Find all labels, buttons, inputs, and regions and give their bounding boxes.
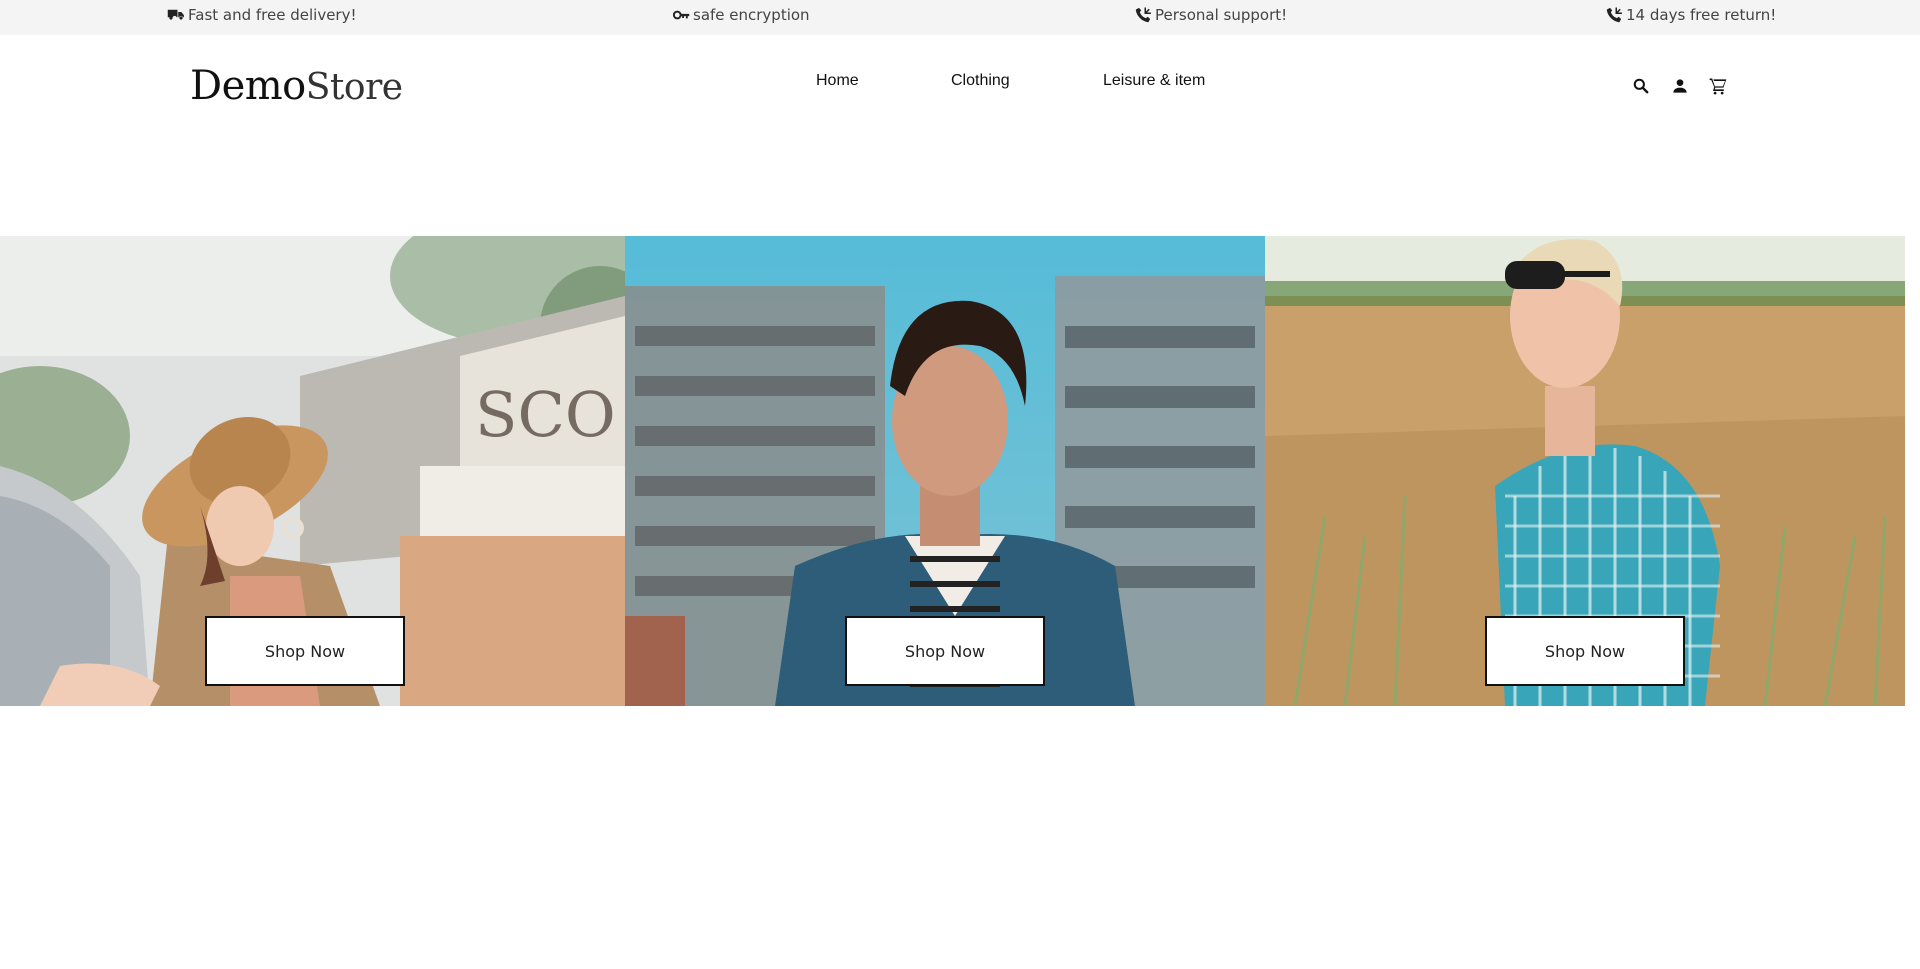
logo-part-demo: Demo [190, 63, 306, 109]
hero-panel-kids[interactable]: Shop Now [1265, 236, 1905, 706]
usp-delivery: Fast and free delivery! [167, 0, 357, 30]
phone-icon [1134, 6, 1152, 24]
store-logo[interactable]: DemoStore [190, 58, 403, 116]
truck-icon [167, 6, 185, 24]
top-info-bar: Fast and free delivery! safe encryption … [0, 0, 1920, 35]
nav-clothing[interactable]: Clothing [951, 72, 1010, 90]
search-icon[interactable] [1630, 75, 1652, 97]
usp-return: 14 days free return! [1605, 0, 1776, 30]
usp-encryption: safe encryption [672, 0, 810, 30]
shop-now-button[interactable]: Shop Now [205, 616, 405, 686]
nav-leisure-item[interactable]: Leisure & item [1103, 72, 1205, 90]
usp-label: safe encryption [693, 6, 810, 24]
svg-text:SCO: SCO [475, 378, 616, 451]
cart-icon[interactable] [1707, 75, 1729, 97]
nav-home[interactable]: Home [816, 72, 859, 90]
hero-panel-men[interactable]: Shop Now [625, 236, 1265, 706]
phone-icon [1605, 6, 1623, 24]
shop-now-button[interactable]: Shop Now [1485, 616, 1685, 686]
key-icon [672, 6, 690, 24]
usp-label: Personal support! [1155, 6, 1288, 24]
usp-support: Personal support! [1134, 0, 1287, 30]
usp-label: Fast and free delivery! [188, 6, 357, 24]
hero-panel-women[interactable]: SCO Shop Now [0, 236, 625, 706]
shop-now-button[interactable]: Shop Now [845, 616, 1045, 686]
usp-label: 14 days free return! [1626, 6, 1777, 24]
user-icon[interactable] [1669, 75, 1691, 97]
logo-part-store: Store [305, 67, 403, 108]
